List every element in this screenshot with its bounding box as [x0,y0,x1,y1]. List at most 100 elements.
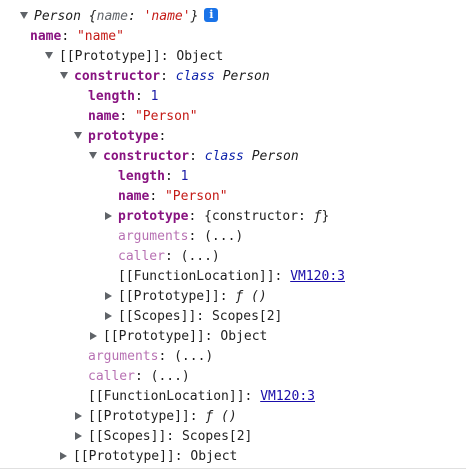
tree-row-prototype[interactable]: [[Prototype]]: ƒ () [0,407,466,427]
colon: : [160,49,177,64]
property-value: ƒ () [235,289,267,304]
colon: : [134,89,151,104]
property-key: arguments [118,229,189,244]
triangle-down-icon[interactable] [60,72,68,79]
property-key: constructor [103,149,190,164]
root-class-name: Person [34,9,81,24]
triangle-right-icon[interactable] [105,311,112,320]
colon: : [61,29,77,44]
property-value: "name" [76,29,124,44]
triangle-right-icon[interactable] [75,431,82,440]
colon: : [204,329,221,344]
triangle-down-icon[interactable] [20,12,28,19]
property-value: Object [190,449,238,464]
tree-row-name[interactable]: name: "Person" [0,187,466,207]
tree-row-prototype[interactable]: [[Prototype]]: Object [0,447,466,467]
tree-row-prototype-property[interactable]: prototype: {constructor: ƒ} [0,207,466,227]
property-key: [[Prototype]] [59,49,161,64]
triangle-down-icon[interactable] [74,132,82,139]
property-key: name [88,109,120,124]
lazy-value[interactable]: (...) [181,249,220,264]
property-value: "Person" [134,109,198,124]
colon: : [158,349,175,364]
triangle-right-icon[interactable] [90,331,97,340]
tree-row-constructor[interactable]: constructor: class Person [0,147,466,167]
property-key: name [118,189,150,204]
lazy-value[interactable]: (...) [174,349,213,364]
triangle-right-icon[interactable] [105,211,112,220]
console-object-tree: Person { name: 'name'} i name: "name" [[Pr… [0,7,466,467]
colon: : [166,429,182,444]
property-key: length [88,89,135,104]
tree-row-caller[interactable]: caller: (...) [0,367,466,387]
property-value: ƒ () [205,409,237,424]
tree-row-prototype[interactable]: [[Prototype]]: Object [0,47,466,67]
tree-row-length[interactable]: length: 1 [0,87,466,107]
preview-close: } [321,209,330,224]
colon: : [196,309,212,324]
colon: : [164,169,181,184]
colon: : [219,289,236,304]
triangle-right-icon[interactable] [75,411,82,420]
triangle-right-icon[interactable] [105,291,112,300]
property-value: Person [222,69,270,84]
colon: : [274,269,291,284]
property-value: {constructor: [204,209,314,224]
property-value: Object [220,329,268,344]
triangle-down-icon[interactable] [89,152,97,159]
info-icon[interactable]: i [204,7,219,22]
colon: : [149,189,165,204]
colon: : [119,109,135,124]
colon: : [189,149,205,164]
root-preview-colon: : [127,9,144,24]
property-value: Object [176,49,224,64]
colon: : [134,369,151,384]
tree-row-length[interactable]: length: 1 [0,167,466,187]
tree-row-prototype[interactable]: [[Prototype]]: ƒ () [0,287,466,307]
property-value: Scopes[2] [211,309,283,324]
root-preview-close: } [190,9,199,24]
source-link[interactable]: VM120:3 [260,389,315,404]
colon: : [164,249,181,264]
triangle-down-icon[interactable] [45,52,53,59]
property-key: [[Prototype]] [103,329,205,344]
property-key: [[Scopes]] [118,309,197,324]
property-key: constructor [74,69,161,84]
property-value: "Person" [164,189,228,204]
tree-row-name[interactable]: name: "name" [0,27,466,47]
root-preview-open: { [80,9,97,24]
colon: : [244,389,261,404]
class-keyword: class [175,69,215,84]
tree-row-scopes[interactable]: [[Scopes]]: Scopes[2] [0,307,466,327]
tree-row-scopes[interactable]: [[Scopes]]: Scopes[2] [0,427,466,447]
tree-root-row[interactable]: Person {name: 'name'} i [0,7,466,27]
colon: : [174,449,191,464]
tree-row-prototype-property[interactable]: prototype: [0,127,466,147]
lazy-value[interactable]: (...) [151,369,190,384]
lazy-value[interactable]: (...) [204,229,243,244]
triangle-right-icon[interactable] [60,451,67,460]
property-key: prototype [118,209,189,224]
property-key: [[FunctionLocation]] [118,269,275,284]
property-key: caller [118,249,165,264]
tree-row-constructor[interactable]: constructor: class Person [0,67,466,87]
tree-row-arguments[interactable]: arguments: (...) [0,347,466,367]
property-key: [[Prototype]] [88,409,190,424]
property-key: arguments [88,349,159,364]
property-value: 1 [150,89,159,104]
property-key: [[Scopes]] [88,429,167,444]
colon: : [158,129,167,144]
tree-row-name[interactable]: name: "Person" [0,107,466,127]
tree-row-function-location[interactable]: [[FunctionLocation]]: VM120:3 [0,387,466,407]
colon: : [160,69,176,84]
colon: : [188,229,205,244]
tree-row-caller[interactable]: caller: (...) [0,247,466,267]
source-link[interactable]: VM120:3 [290,269,345,284]
tree-row-arguments[interactable]: arguments: (...) [0,227,466,247]
tree-row-function-location[interactable]: [[FunctionLocation]]: VM120:3 [0,267,466,287]
property-key: [[Prototype]] [118,289,220,304]
class-keyword: class [204,149,244,164]
tree-row-prototype[interactable]: [[Prototype]]: Object [0,327,466,347]
function-symbol: ƒ [313,209,322,224]
root-preview-value: 'name' [143,9,191,24]
